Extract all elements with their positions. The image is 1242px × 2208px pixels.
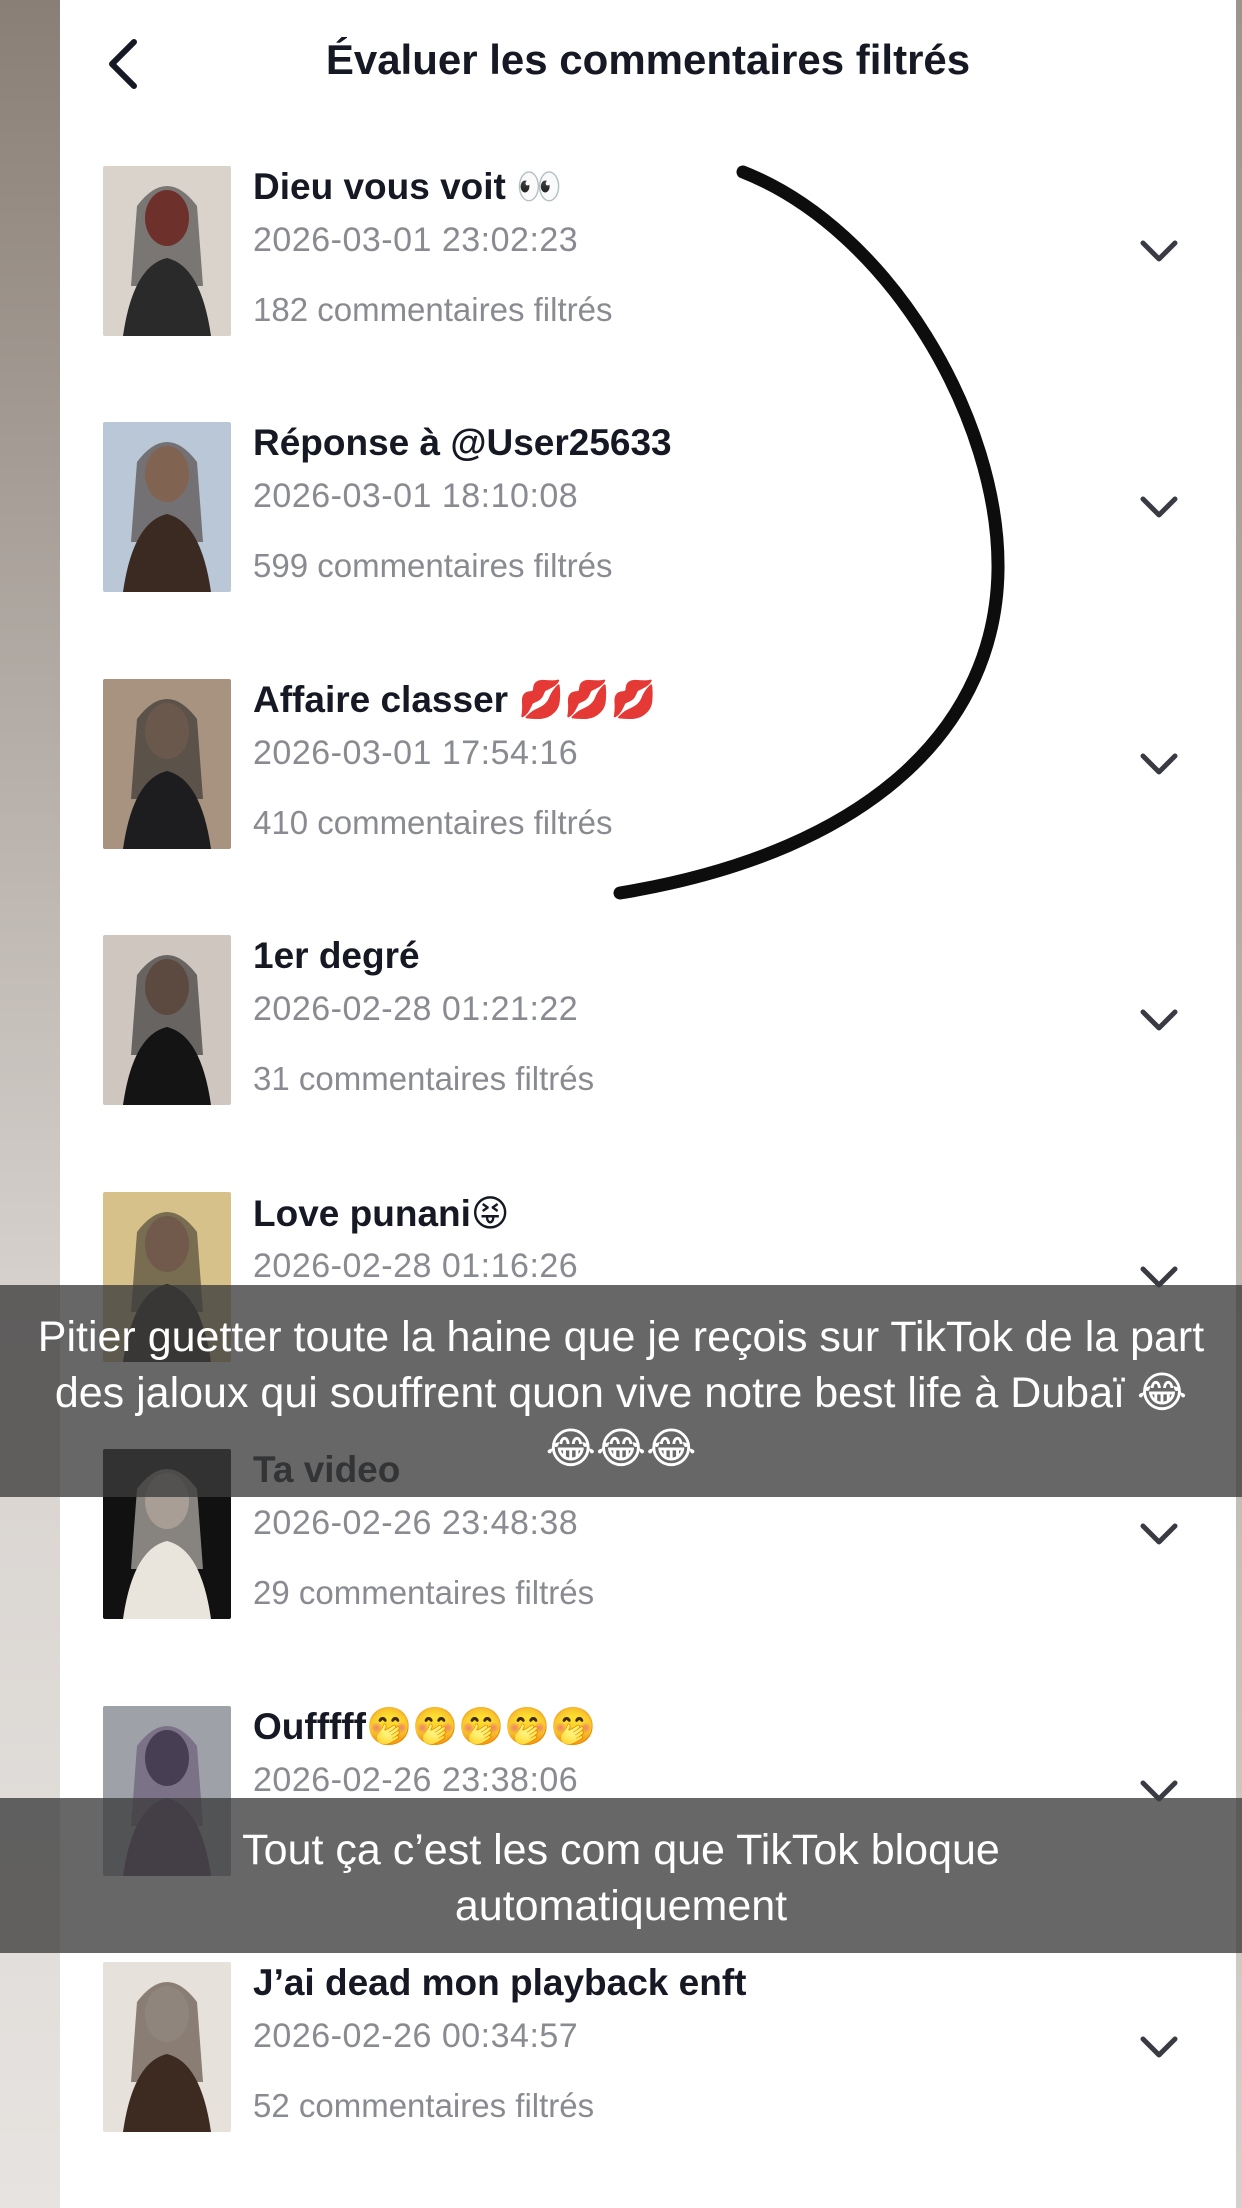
caption-overlay-top: Pitier guetter toute la haine que je reç… bbox=[0, 1285, 1242, 1497]
list-item[interactable]: J’ai dead mon playback enft 2026-02-26 00… bbox=[60, 1962, 1236, 2208]
list-item[interactable]: Réponse à @User25633 2026-03-01 18:10:08 5… bbox=[60, 422, 1236, 678]
video-title: J’ai dead mon playback enft bbox=[253, 1962, 747, 2003]
chevron-down-icon bbox=[1140, 753, 1178, 775]
list-item[interactable]: Affaire classer 💋💋💋 2026-03-01 17:54:16 41… bbox=[60, 679, 1236, 935]
video-thumbnail[interactable] bbox=[103, 679, 231, 849]
video-title: Love punani😝 bbox=[253, 1193, 510, 1234]
filtered-count: 31 commentaires filtrés bbox=[253, 1060, 595, 1097]
video-timestamp: 2026-02-28 01:16:26 bbox=[253, 1247, 579, 1285]
video-timestamp: 2026-03-01 23:02:23 bbox=[253, 221, 579, 259]
video-title: 1er degré bbox=[253, 935, 420, 976]
list-item[interactable]: Dieu vous voit 👀 2026-03-01 23:02:23 182 c… bbox=[60, 166, 1236, 422]
chevron-down-icon bbox=[1140, 1523, 1178, 1545]
video-thumbnail[interactable] bbox=[103, 935, 231, 1105]
expand-button[interactable] bbox=[1137, 749, 1181, 779]
expand-button[interactable] bbox=[1137, 492, 1181, 522]
filtered-count: 52 commentaires filtrés bbox=[253, 2087, 595, 2124]
video-timestamp: 2026-02-26 00:34:57 bbox=[253, 2017, 579, 2055]
expand-button[interactable] bbox=[1137, 236, 1181, 266]
video-title: Dieu vous voit 👀 bbox=[253, 166, 563, 207]
filtered-count: 599 commentaires filtrés bbox=[253, 547, 613, 584]
video-timestamp: 2026-03-01 17:54:16 bbox=[253, 734, 579, 772]
filtered-count: 182 commentaires filtrés bbox=[253, 291, 613, 328]
video-timestamp: 2026-02-28 01:21:22 bbox=[253, 990, 579, 1028]
chevron-down-icon bbox=[1140, 496, 1178, 518]
chevron-down-icon bbox=[1140, 240, 1178, 262]
video-timestamp: 2026-02-26 23:48:38 bbox=[253, 1504, 579, 1542]
filtered-count: 29 commentaires filtrés bbox=[253, 1574, 595, 1611]
video-timestamp: 2026-03-01 18:10:08 bbox=[253, 477, 579, 515]
video-thumbnail[interactable] bbox=[103, 1962, 231, 2132]
list-item[interactable]: 1er degré 2026-02-28 01:21:22 31 commentai… bbox=[60, 935, 1236, 1191]
video-thumbnail[interactable] bbox=[103, 166, 231, 336]
top-bar: Évaluer les commentaires filtrés bbox=[60, 0, 1236, 128]
filtered-count: 410 commentaires filtrés bbox=[253, 804, 613, 841]
page-title: Évaluer les commentaires filtrés bbox=[325, 36, 971, 83]
expand-button[interactable] bbox=[1137, 1519, 1181, 1549]
video-thumbnail[interactable] bbox=[103, 422, 231, 592]
expand-button[interactable] bbox=[1137, 2032, 1181, 2062]
video-title: Réponse à @User25633 bbox=[253, 422, 672, 463]
caption-overlay-bottom: Tout ça c’est les com que TikTok bloque … bbox=[0, 1798, 1242, 1953]
video-timestamp: 2026-02-26 23:38:06 bbox=[253, 1761, 579, 1799]
expand-button[interactable] bbox=[1137, 1005, 1181, 1035]
video-title: Affaire classer 💋💋💋 bbox=[253, 679, 657, 720]
chevron-down-icon bbox=[1140, 1009, 1178, 1031]
chevron-down-icon bbox=[1140, 2036, 1178, 2058]
video-title: Oufffff🤭🤭🤭🤭🤭 bbox=[253, 1706, 597, 1747]
